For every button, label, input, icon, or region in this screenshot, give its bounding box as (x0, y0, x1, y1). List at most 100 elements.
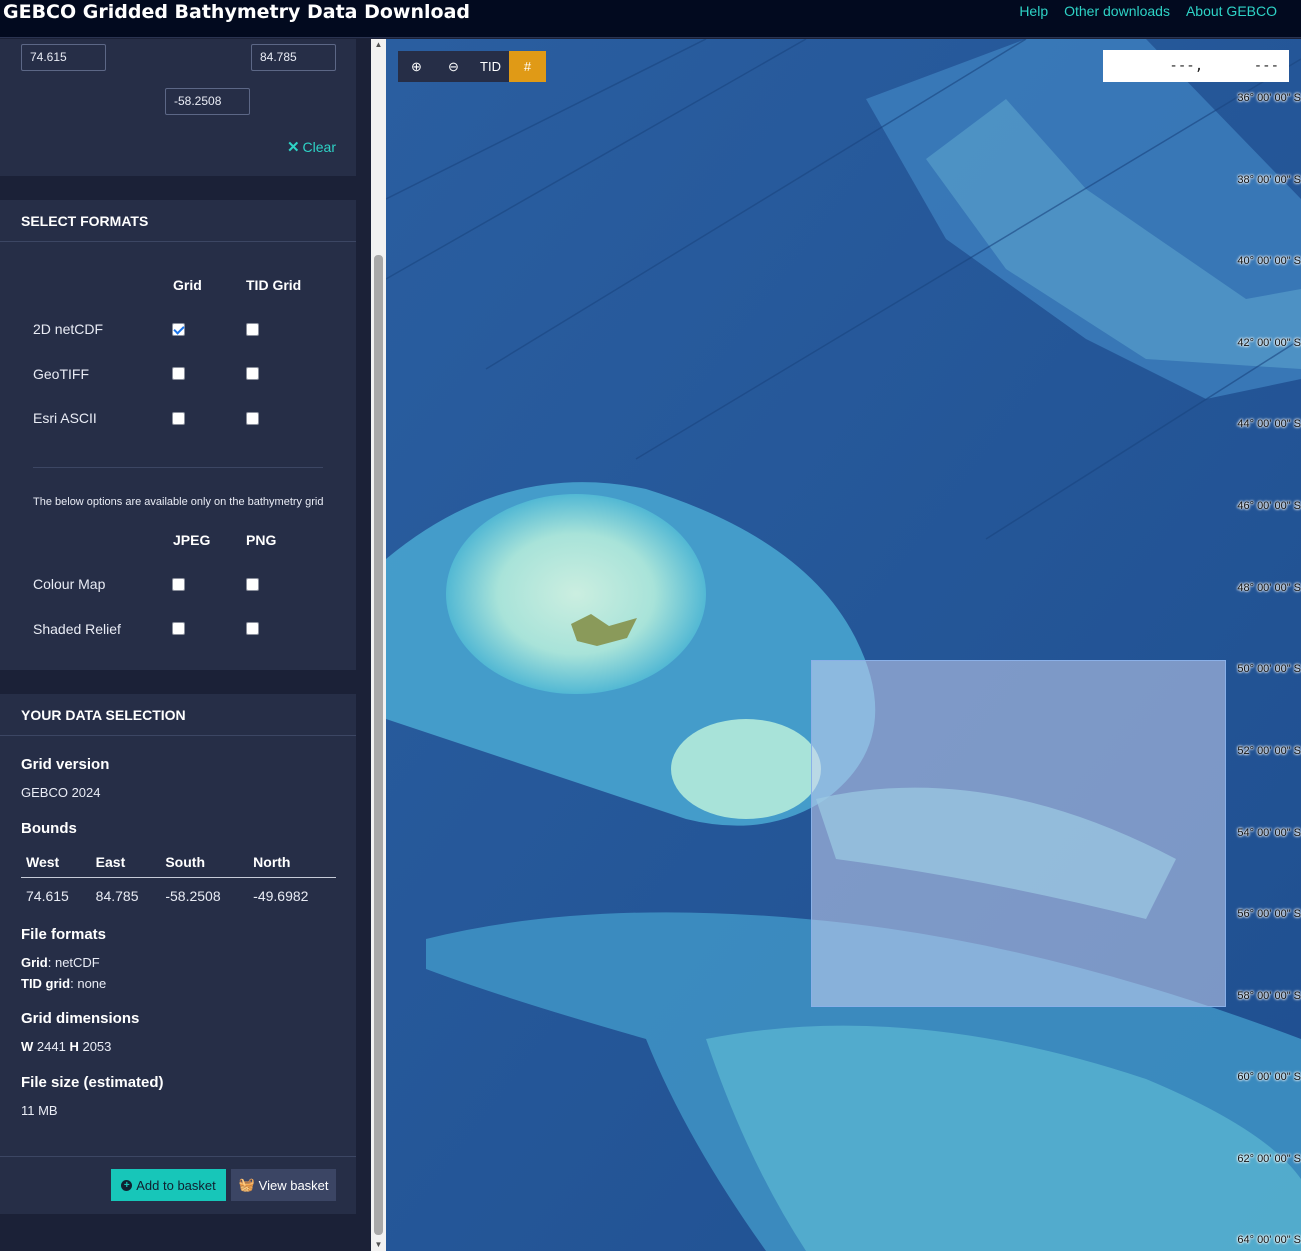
shaded-relief-label: Shaded Relief (33, 621, 121, 637)
bounds-col-east: East (90, 847, 161, 878)
lat-label: 50° 00' 00" S (1237, 663, 1301, 675)
bounds-south-value: -58.2508 (165, 887, 221, 904)
plus-circle-icon: + (121, 1179, 133, 1191)
data-selection-panel: YOUR DATA SELECTION Grid version GEBCO 2… (0, 694, 356, 1214)
zoom-out-icon: ⊖ (448, 58, 459, 74)
netcdf-tid-checkbox[interactable] (246, 323, 259, 336)
lat-label: 46° 00' 00" S (1237, 500, 1301, 512)
east-input[interactable]: 84.785 (251, 44, 336, 71)
col-grid: Grid (173, 277, 202, 293)
add-to-basket-button[interactable]: + Add to basket (111, 1169, 226, 1201)
colour-map-jpeg-checkbox[interactable] (172, 578, 185, 591)
shaded-relief-png-checkbox[interactable] (246, 622, 259, 635)
file-format-grid: Grid: netCDF (21, 955, 100, 970)
lat-label: 42° 00' 00" S (1237, 337, 1301, 349)
lat-label: 36° 00' 00" S (1237, 92, 1301, 104)
lat-label: 52° 00' 00" S (1237, 745, 1301, 757)
formats-panel: SELECT FORMATS Grid TID Grid 2D netCDF G… (0, 200, 356, 670)
geotiff-tid-checkbox[interactable] (246, 367, 259, 380)
colour-map-png-checkbox[interactable] (246, 578, 259, 591)
scroll-down-arrow-icon[interactable]: ▼ (374, 1241, 383, 1249)
grid-dimensions-heading: Grid dimensions (21, 1010, 140, 1027)
grid-toggle-button[interactable]: # (509, 51, 546, 82)
west-input[interactable]: 74.615 (21, 44, 106, 71)
lat-label: 40° 00' 00" S (1237, 255, 1301, 267)
top-nav: Help Other downloads About GEBCO (1019, 3, 1277, 19)
bounds-col-south: South (160, 847, 249, 878)
nav-other-downloads-link[interactable]: Other downloads (1064, 3, 1170, 19)
bounds-col-north: North (248, 847, 336, 878)
file-formats-heading: File formats (21, 926, 107, 943)
bounds-col-west: West (21, 847, 91, 878)
top-header: GEBCO Gridded Bathymetry Data Download H… (0, 0, 1301, 38)
grid-dimensions-value: W 2441 H 2053 (21, 1039, 111, 1054)
grid-label: Grid (21, 955, 48, 970)
clear-label: Clear (302, 139, 336, 155)
dims-w-value: 2441 (36, 1039, 66, 1054)
selection-title: YOUR DATA SELECTION (0, 694, 356, 736)
app-title: GEBCO Gridded Bathymetry Data Download (3, 1, 470, 23)
geotiff-grid-checkbox[interactable] (172, 367, 185, 380)
grid-version-value: GEBCO 2024 (21, 785, 101, 800)
map-toolbar: ⊕ ⊖ TID # (398, 51, 546, 82)
format-geotiff-label: GeoTIFF (33, 366, 90, 382)
graticule-icon: # (523, 59, 532, 74)
lat-label: 38° 00' 00" S (1237, 174, 1301, 186)
tid-label: TID grid (21, 976, 71, 991)
bounds-west-value: 74.615 (26, 887, 69, 904)
bounds-heading: Bounds (21, 820, 77, 837)
lat-label: 58° 00' 00" S (1237, 990, 1301, 1002)
bathymetry-map[interactable]: ⊕ ⊖ TID # ---, --- 36° 00' 00" S 38° 00'… (386, 39, 1301, 1251)
basket-icon: 🧺 (238, 1177, 255, 1192)
coordinates-panel: 74.615 84.785 -58.2508 ✕ Clear (0, 39, 356, 176)
col-jpeg: JPEG (173, 532, 211, 548)
lat-label: 56° 00' 00" S (1237, 908, 1301, 920)
bounds-table: West East South North 74.615 84.785 -58.… (21, 847, 336, 904)
scrollbar-thumb[interactable] (374, 255, 383, 1235)
lat-label: 62° 00' 00" S (1237, 1153, 1301, 1165)
shaded-relief-jpeg-checkbox[interactable] (172, 622, 185, 635)
zoom-in-icon: ⊕ (411, 58, 422, 74)
dims-w-label: W (21, 1039, 34, 1054)
cursor-coordinates-readout: ---, --- (1103, 50, 1289, 82)
formats-title: SELECT FORMATS (0, 200, 356, 242)
selection-footer-divider (0, 1156, 356, 1157)
zoom-out-button[interactable]: ⊖ (435, 51, 472, 82)
bounds-east-value: 84.785 (95, 887, 139, 904)
bounds-north-value: -49.6982 (253, 887, 309, 904)
add-to-basket-label: Add to basket (136, 1177, 216, 1193)
tid-toggle-button[interactable]: TID (472, 51, 509, 82)
lat-label: 44° 00' 00" S (1237, 418, 1301, 430)
nav-help-link[interactable]: Help (1019, 3, 1048, 19)
lat-label: 54° 00' 00" S (1237, 827, 1301, 839)
esri-tid-checkbox[interactable] (246, 412, 259, 425)
view-basket-button[interactable]: 🧺 View basket (231, 1169, 336, 1201)
file-format-tid: TID grid: none (21, 976, 106, 991)
lat-label: 64° 00' 00" S (1237, 1234, 1301, 1246)
zoom-in-button[interactable]: ⊕ (398, 51, 435, 82)
format-esri-label: Esri ASCII (33, 410, 97, 426)
format-netcdf-label: 2D netCDF (33, 321, 104, 337)
close-icon: ✕ (286, 139, 300, 156)
col-png: PNG (246, 532, 277, 548)
lat-label: 48° 00' 00" S (1237, 582, 1301, 594)
esri-grid-checkbox[interactable] (172, 412, 185, 425)
dims-h-label: H (69, 1039, 79, 1054)
netcdf-grid-checkbox[interactable] (172, 323, 185, 336)
south-input[interactable]: -58.2508 (165, 88, 250, 115)
clear-button[interactable]: ✕ Clear (287, 138, 336, 156)
view-basket-label: View basket (258, 1177, 329, 1193)
scroll-up-arrow-icon[interactable]: ▲ (374, 41, 383, 49)
selected-area-rectangle[interactable] (811, 660, 1226, 1007)
sidebar: 74.615 84.785 -58.2508 ✕ Clear SELECT FO… (0, 39, 371, 1251)
dims-h-value: 2053 (82, 1039, 112, 1054)
formats-divider (33, 467, 323, 468)
lat-label: 60° 00' 00" S (1237, 1071, 1301, 1083)
file-size-heading: File size (estimated) (21, 1074, 164, 1091)
colour-map-label: Colour Map (33, 576, 106, 592)
map-background (386, 39, 1301, 1251)
tid-value: : none (70, 976, 107, 991)
file-size-value: 11 MB (21, 1103, 58, 1118)
nav-about-link[interactable]: About GEBCO (1186, 3, 1277, 19)
grid-version-heading: Grid version (21, 756, 110, 773)
